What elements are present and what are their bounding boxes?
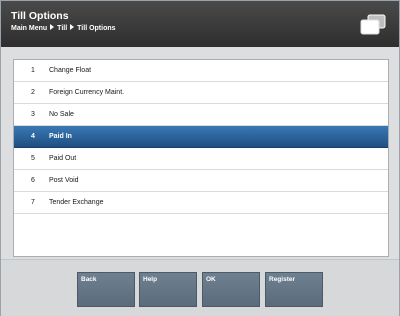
list-item-foreign-currency-maint[interactable]: 2 Foreign Currency Maint.: [14, 82, 388, 104]
till-drawer-icon: [360, 14, 386, 35]
list-item-no-sale[interactable]: 3 No Sale: [14, 104, 388, 126]
breadcrumb-main-menu[interactable]: Main Menu: [11, 25, 47, 32]
list-item-label: Paid In: [49, 133, 72, 140]
list-item-tender-exchange[interactable]: 7 Tender Exchange: [14, 192, 388, 214]
app-window: Till Options Main Menu Till Till Options 1…: [0, 0, 400, 316]
list-item-number: 3: [31, 111, 35, 118]
till-options-list: 1 Change Float 2 Foreign Currency Maint.…: [13, 59, 389, 257]
list-item-label: Tender Exchange: [49, 199, 104, 206]
button-bar: Back Help OK Register: [1, 259, 399, 316]
list-item-number: 1: [31, 67, 35, 74]
list-item-number: 2: [31, 89, 35, 96]
breadcrumb-till-options: Till Options: [77, 25, 116, 32]
list-item-paid-out[interactable]: 5 Paid Out: [14, 148, 388, 170]
help-button[interactable]: Help: [139, 272, 197, 307]
list-item-label: Paid Out: [49, 155, 77, 162]
list-item-number: 6: [31, 177, 35, 184]
back-button[interactable]: Back: [77, 272, 135, 307]
list-item-change-float[interactable]: 1 Change Float: [14, 60, 388, 82]
list-item-label: Foreign Currency Maint.: [49, 89, 125, 96]
register-button[interactable]: Register: [265, 272, 323, 307]
page-title: Till Options: [11, 10, 69, 22]
breadcrumb: Main Menu Till Till Options: [11, 24, 116, 32]
triangle-right-icon: [70, 24, 75, 30]
header-bar: Till Options Main Menu Till Till Options: [1, 1, 399, 47]
list-item-post-void[interactable]: 6 Post Void: [14, 170, 388, 192]
list-item-number: 5: [31, 155, 35, 162]
list-item-label: No Sale: [49, 111, 74, 118]
list-item-number: 7: [31, 199, 35, 206]
list-item-paid-in[interactable]: 4 Paid In: [14, 126, 388, 148]
list-item-label: Post Void: [49, 177, 79, 184]
list-item-label: Change Float: [49, 67, 92, 74]
list-item-number: 4: [31, 133, 35, 140]
ok-button[interactable]: OK: [202, 272, 260, 307]
breadcrumb-till[interactable]: Till: [57, 25, 67, 32]
triangle-right-icon: [50, 24, 55, 30]
